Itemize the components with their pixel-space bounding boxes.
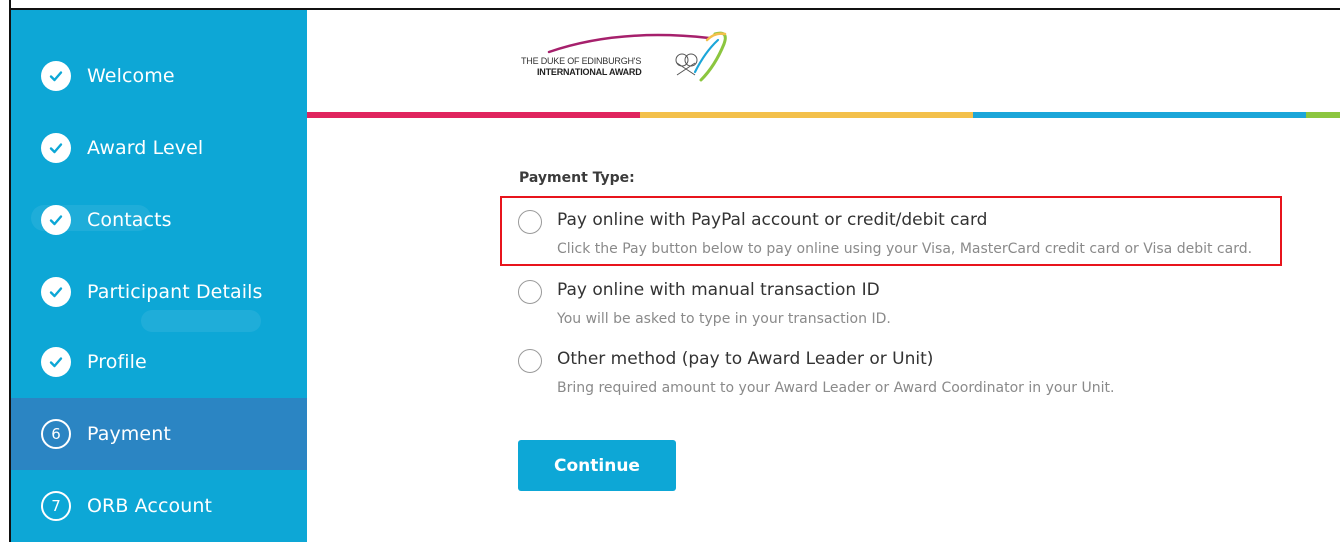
sidebar-item-welcome[interactable]: Welcome xyxy=(11,40,307,112)
step-number-badge: 7 xyxy=(41,491,71,521)
option-description: Bring required amount to your Award Lead… xyxy=(557,380,1115,396)
option-title: Pay online with manual transaction ID xyxy=(557,280,880,300)
sidebar-item-profile[interactable]: Profile xyxy=(11,326,307,398)
window-frame-left xyxy=(0,0,11,542)
payment-option-other-method[interactable]: Other method (pay to Award Leader or Uni… xyxy=(517,348,1277,408)
sidebar-item-label: Welcome xyxy=(87,65,175,87)
option-description: You will be asked to type in your transa… xyxy=(557,311,891,327)
logo-text-line2: INTERNATIONAL AWARD xyxy=(537,67,642,77)
sidebar-item-label: ORB Account xyxy=(87,495,213,517)
check-icon xyxy=(41,205,71,235)
header-stripe-pink xyxy=(307,112,640,118)
option-title: Other method (pay to Award Leader or Uni… xyxy=(557,349,934,369)
sidebar-item-orb-account[interactable]: 7 ORB Account xyxy=(11,470,307,542)
option-description: Click the Pay button below to pay online… xyxy=(557,241,1253,257)
sidebar-item-payment[interactable]: 6 Payment xyxy=(11,398,307,470)
logo-text-line1: THE DUKE OF EDINBURGH'S xyxy=(521,56,642,66)
step-number-badge: 6 xyxy=(41,419,71,449)
header-stripe-yellow xyxy=(640,112,973,118)
sidebar-item-label: Award Level xyxy=(87,137,204,159)
check-icon xyxy=(41,61,71,91)
header-stripe-green xyxy=(1306,112,1340,118)
continue-button[interactable]: Continue xyxy=(518,440,676,491)
window-frame-top xyxy=(0,0,1340,10)
check-icon xyxy=(41,277,71,307)
sidebar-item-award-level[interactable]: Award Level xyxy=(11,112,307,184)
header-stripe-blue xyxy=(973,112,1306,118)
check-icon xyxy=(41,133,71,163)
sidebar-item-label: Contacts xyxy=(87,209,172,231)
sidebar-item-contacts[interactable]: Contacts xyxy=(11,184,307,256)
sidebar-item-label: Payment xyxy=(87,423,171,445)
check-icon xyxy=(41,347,71,377)
radio-button[interactable] xyxy=(518,349,542,373)
sidebar-item-participant-details[interactable]: Participant Details xyxy=(11,256,307,328)
sidebar-item-label: Participant Details xyxy=(87,281,263,303)
radio-button[interactable] xyxy=(518,210,542,234)
payment-type-label: Payment Type: xyxy=(519,170,635,186)
main-content: THE DUKE OF EDINBURGH'S INTERNATIONAL AW… xyxy=(307,10,1340,542)
award-logo: THE DUKE OF EDINBURGH'S INTERNATIONAL AW… xyxy=(519,30,734,90)
radio-button[interactable] xyxy=(518,280,542,304)
sidebar-item-label: Profile xyxy=(87,351,147,373)
option-title: Pay online with PayPal account or credit… xyxy=(557,210,988,230)
payment-option-paypal[interactable]: Pay online with PayPal account or credit… xyxy=(517,209,1277,269)
wizard-sidebar: Welcome Award Level Contacts Participant… xyxy=(11,10,307,542)
payment-option-manual-transaction[interactable]: Pay online with manual transaction ID Yo… xyxy=(517,279,1277,339)
